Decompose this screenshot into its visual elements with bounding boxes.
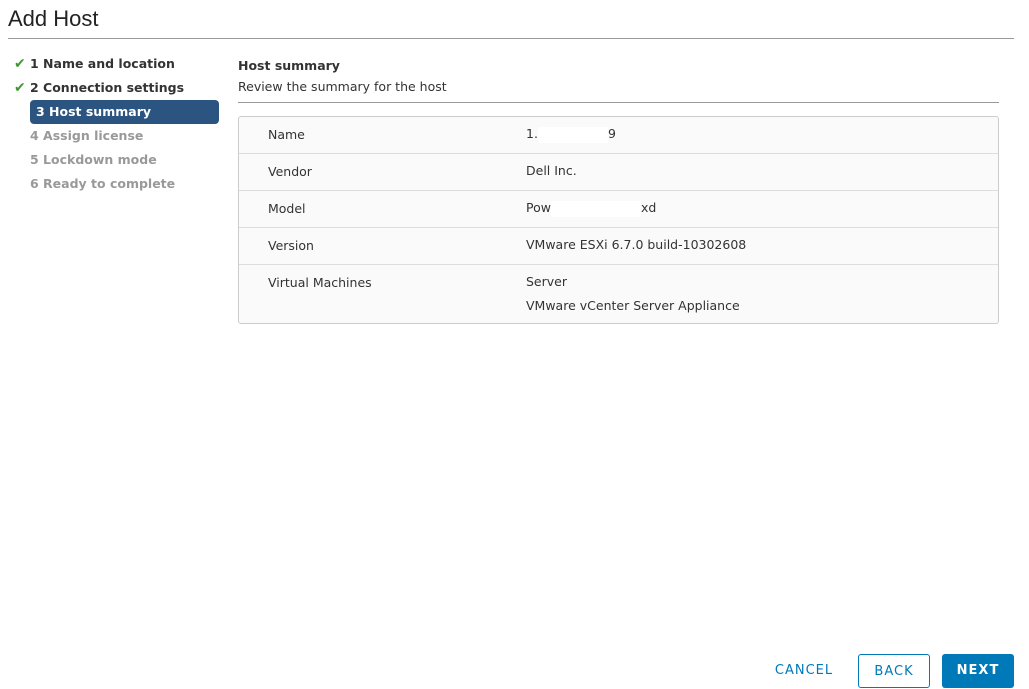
step-name-and-location[interactable]: ✔ 1 Name and location: [4, 52, 220, 76]
row-version: Version VMware ESXi 6.7.0 build-10302608: [239, 227, 998, 264]
next-button[interactable]: NEXT: [942, 654, 1014, 688]
title-divider: [8, 38, 1014, 39]
check-icon: ✔: [14, 80, 26, 96]
row-name: Name 1. 9: [239, 117, 998, 153]
step-host-summary[interactable]: 3 Host summary: [30, 100, 219, 124]
step-label: 1 Name and location: [30, 56, 175, 71]
redaction: [550, 200, 641, 217]
value-suffix: 9: [607, 126, 616, 141]
step-label: 6 Ready to complete: [30, 176, 176, 191]
vm-item: Server: [526, 274, 567, 289]
redaction: [537, 126, 608, 143]
step-assign-license: 4 Assign license: [4, 124, 220, 148]
value-prefix: Pow: [526, 200, 551, 215]
row-value: Dell Inc.: [526, 163, 577, 178]
step-label: 2 Connection settings: [30, 80, 185, 95]
step-ready-to-complete: 6 Ready to complete: [4, 172, 220, 196]
value-suffix: xd: [640, 200, 657, 215]
row-value: Pow xd: [526, 196, 656, 222]
row-vendor: Vendor Dell Inc.: [239, 153, 998, 190]
step-label: 5 Lockdown mode: [30, 152, 157, 167]
vm-item: VMware vCenter Server Appliance: [526, 298, 740, 313]
row-value: Server VMware vCenter Server Appliance: [526, 270, 740, 318]
step-lockdown-mode: 5 Lockdown mode: [4, 148, 220, 172]
value-prefix: 1.: [526, 126, 538, 141]
row-label: Vendor: [268, 164, 312, 179]
step-connection-settings[interactable]: ✔ 2 Connection settings: [4, 76, 220, 100]
row-label: Virtual Machines: [268, 275, 372, 290]
section-heading: Host summary: [238, 58, 340, 73]
check-icon: ✔: [14, 56, 26, 72]
row-value: VMware ESXi 6.7.0 build-10302608: [526, 237, 747, 252]
cancel-button[interactable]: CANCEL: [764, 654, 844, 688]
dialog-title: Add Host: [8, 6, 99, 31]
row-label: Version: [268, 238, 314, 253]
row-label: Model: [268, 201, 306, 216]
row-virtual-machines: Virtual Machines Server VMware vCenter Ser…: [239, 264, 998, 323]
summary-table: Name 1. 9 Vendor Dell Inc. Model Pow xd Versi…: [238, 116, 999, 324]
back-button[interactable]: BACK: [858, 654, 930, 688]
row-label: Name: [268, 127, 305, 142]
wizard-steps: ✔ 1 Name and location ✔ 2 Connection setti…: [10, 52, 220, 196]
section-divider: [238, 102, 999, 103]
section-subtitle: Review the summary for the host: [238, 79, 447, 94]
main-panel: Host summary Review the summary for the …: [238, 56, 999, 324]
row-model: Model Pow xd: [239, 190, 998, 227]
row-value: 1. 9: [526, 122, 616, 148]
step-label: 4 Assign license: [30, 128, 144, 143]
step-label: 3 Host summary: [36, 104, 152, 119]
